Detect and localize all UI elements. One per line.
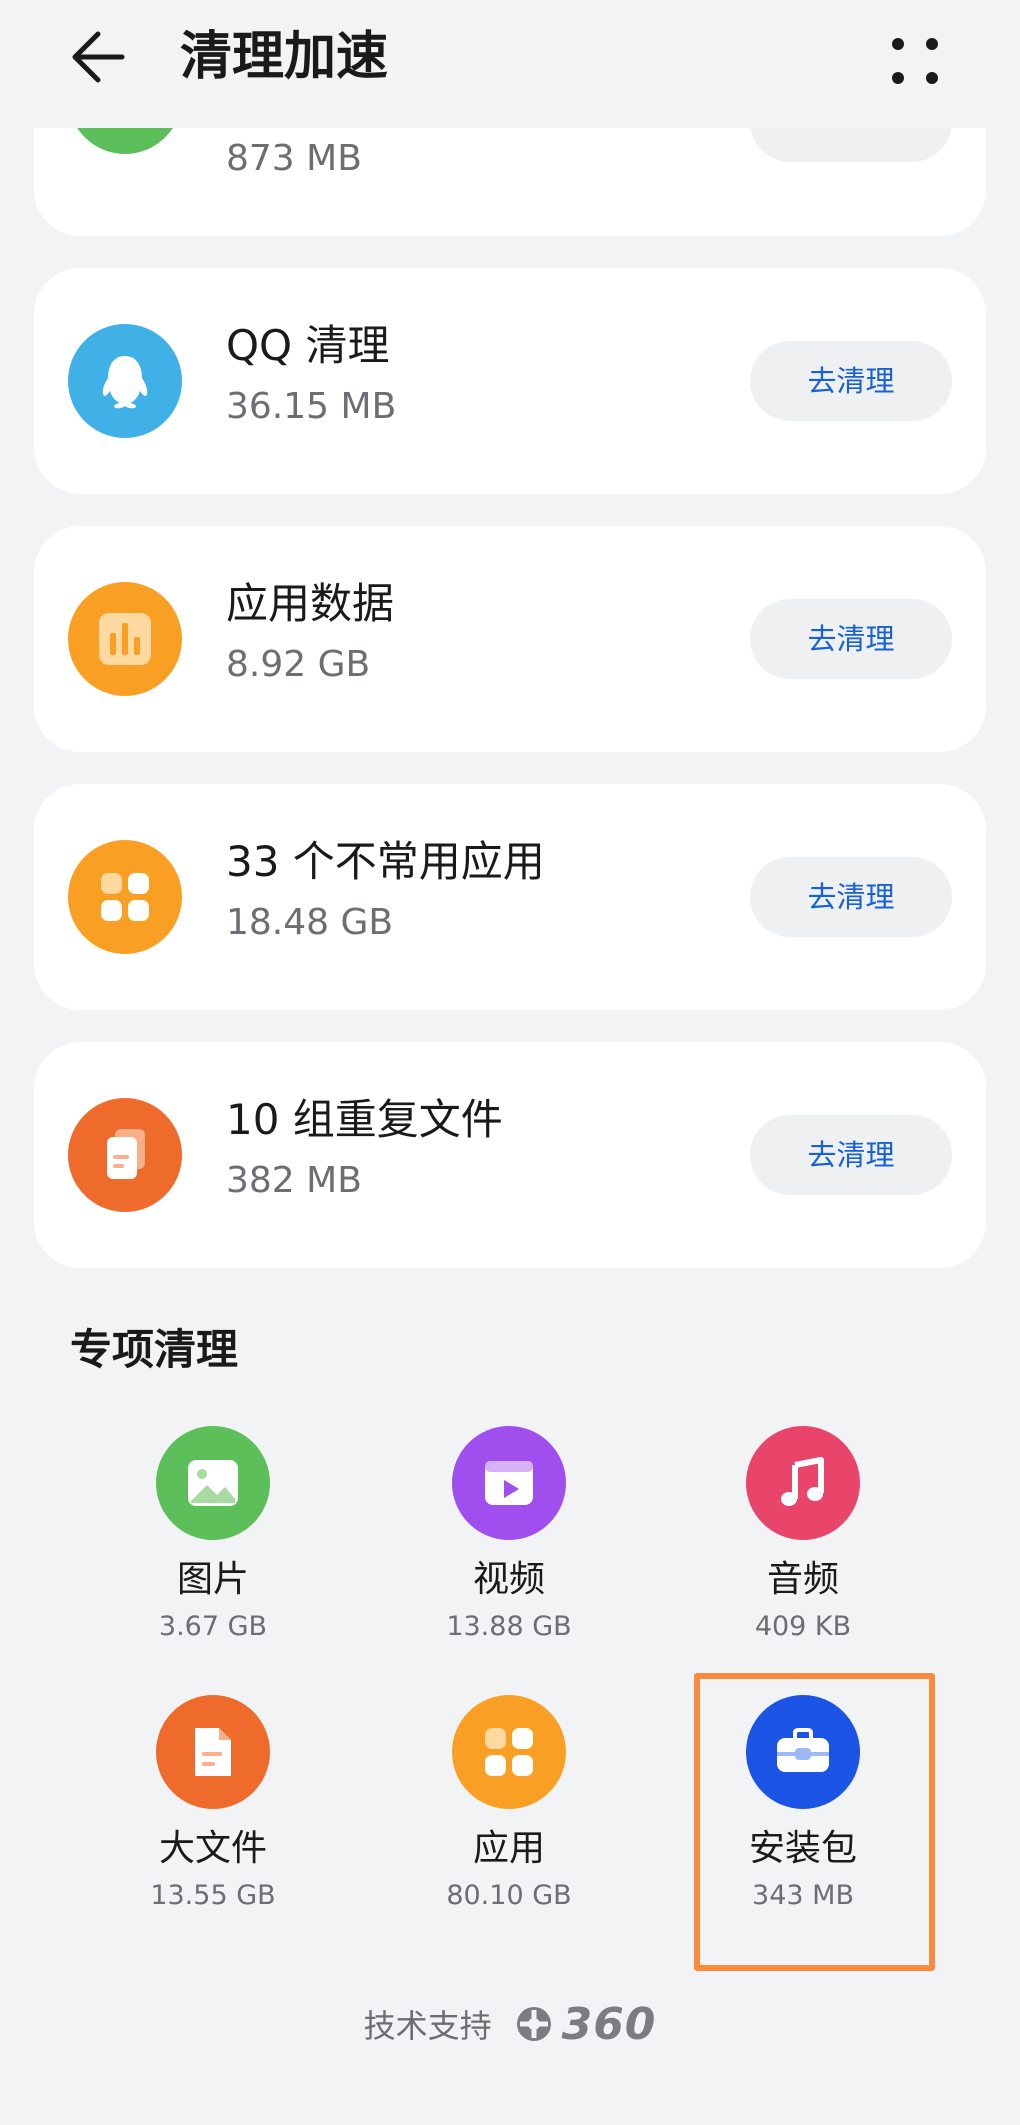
clean-card-qq[interactable]: QQ 清理 36.15 MB 去清理 xyxy=(34,268,986,494)
clean-button[interactable]: 去清理 xyxy=(750,857,952,937)
tile-size: 13.55 GB xyxy=(150,1880,276,1911)
top-bar: 清理加速 xyxy=(0,0,1020,128)
360-shield-icon xyxy=(516,2007,551,2041)
bar-chart-icon xyxy=(68,582,182,696)
duplicate-files-icon xyxy=(68,1098,182,1212)
card-name: 10 组重复文件 xyxy=(226,1095,503,1144)
back-button[interactable] xyxy=(62,22,142,92)
more-options-button[interactable] xyxy=(880,22,950,92)
card-size: 873 MB xyxy=(226,138,362,179)
clean-button[interactable]: 去清理 xyxy=(750,599,952,679)
document-icon xyxy=(156,1695,270,1809)
clean-card-duplicate-files[interactable]: 10 组重复文件 382 MB 去清理 xyxy=(34,1042,986,1268)
tile-videos[interactable]: 视频 13.88 GB xyxy=(362,1426,656,1676)
clean-card-unused-apps[interactable]: 33 个不常用应用 18.48 GB 去清理 xyxy=(34,784,986,1010)
tile-size: 3.67 GB xyxy=(158,1611,268,1642)
tile-apps[interactable]: 应用 80.10 GB xyxy=(362,1695,656,1945)
card-name: 应用数据 xyxy=(226,579,395,628)
video-icon xyxy=(452,1426,566,1540)
tile-name: 音频 xyxy=(766,1559,839,1600)
page-title: 清理加速 xyxy=(180,27,389,87)
tile-name: 应用 xyxy=(472,1828,545,1869)
tile-name: 图片 xyxy=(176,1559,249,1600)
footer-text: 技术支持 xyxy=(363,2007,492,2045)
tile-size: 409 KB xyxy=(754,1611,852,1642)
360-logo: 360 xyxy=(514,1999,657,2050)
clean-button[interactable]: 去清理 xyxy=(750,341,952,421)
clean-button[interactable]: 去清理 xyxy=(750,1115,952,1195)
apps-grid-icon xyxy=(452,1695,566,1809)
tile-large-files[interactable]: 大文件 13.55 GB xyxy=(66,1695,360,1945)
card-size: 18.48 GB xyxy=(226,902,394,943)
tile-name: 大文件 xyxy=(158,1828,267,1869)
apps-grid-icon xyxy=(68,840,182,954)
card-name: QQ 清理 xyxy=(226,321,390,370)
highlight-box xyxy=(694,1673,935,1971)
tile-audio[interactable]: 音频 409 KB xyxy=(656,1426,950,1676)
card-size: 36.15 MB xyxy=(226,386,397,427)
tile-size: 13.88 GB xyxy=(446,1611,572,1642)
arrow-left-icon xyxy=(72,31,125,83)
clean-card-app-data[interactable]: 应用数据 8.92 GB 去清理 xyxy=(34,526,986,752)
tile-size: 80.10 GB xyxy=(446,1880,572,1911)
footer: 技术支持 360 xyxy=(0,1996,1020,2052)
card-size: 8.92 GB xyxy=(226,644,371,685)
tile-name: 视频 xyxy=(472,1559,545,1600)
logo-text: 360 xyxy=(561,1998,657,2050)
more-dots-icon xyxy=(892,38,938,84)
card-name: 33 个不常用应用 xyxy=(226,837,545,886)
tile-images[interactable]: 图片 3.67 GB xyxy=(66,1426,360,1676)
card-size: 382 MB xyxy=(226,1160,362,1201)
section-title: 专项清理 xyxy=(70,1325,239,1374)
qq-penguin-icon xyxy=(68,324,182,438)
music-note-icon xyxy=(746,1426,860,1540)
image-icon xyxy=(156,1426,270,1540)
